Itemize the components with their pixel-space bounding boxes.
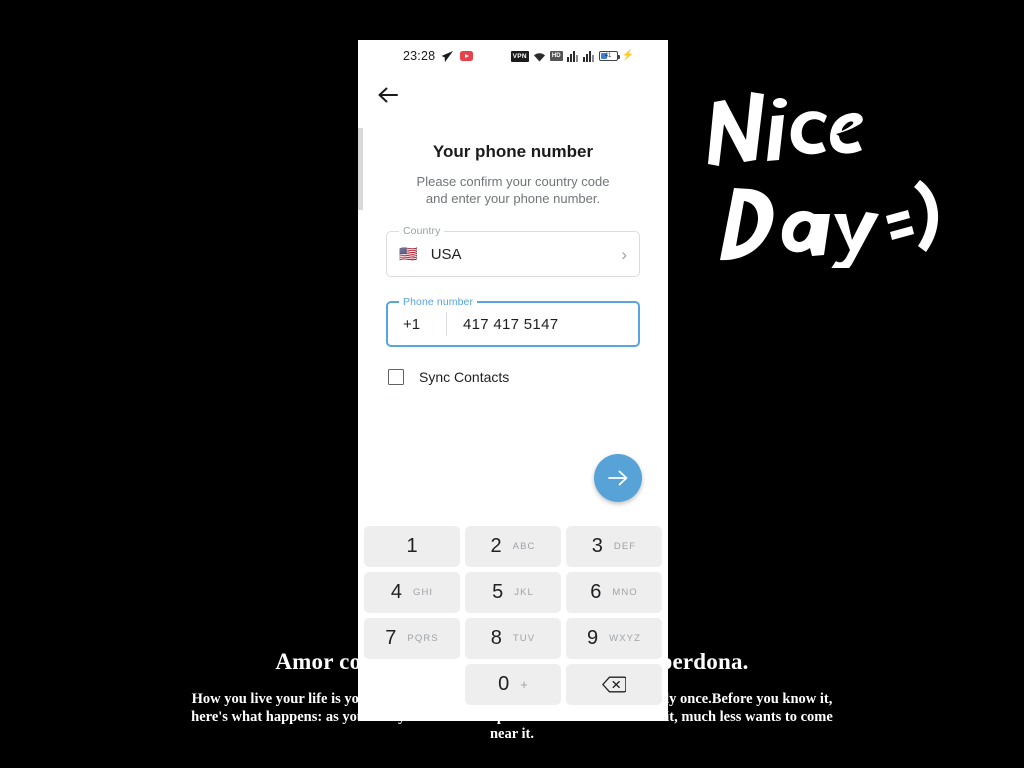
- keypad-digit: 3: [591, 535, 603, 557]
- arrow-right-icon: [608, 470, 628, 486]
- handwritten-note: [694, 68, 954, 268]
- phone-field-label: Phone number: [399, 296, 478, 308]
- keypad-row: 1 2 ABC 3 DEF: [364, 526, 662, 567]
- keypad-letters: +: [520, 677, 528, 692]
- phone-number-field[interactable]: Phone number +1 417 417 5147: [386, 296, 640, 347]
- dial-code-value[interactable]: +1: [400, 316, 446, 333]
- keypad-digit: 5: [492, 581, 504, 603]
- subtitle-line-2: and enter your phone number.: [425, 191, 601, 206]
- page-subtitle: Please confirm your country code and ent…: [386, 173, 640, 207]
- keypad-letters: PQRS: [407, 633, 439, 644]
- keypad-spacer: [364, 664, 460, 705]
- subtitle-line-1: Please confirm your country code: [416, 174, 610, 189]
- phone-bezel-edge: [358, 128, 363, 210]
- handwriting-svg: [708, 92, 939, 268]
- keypad-letters: WXYZ: [609, 633, 641, 644]
- keypad-digit: 4: [390, 581, 402, 603]
- battery-icon: 41: [598, 51, 620, 61]
- youtube-icon: [460, 51, 474, 61]
- screenshot-canvas: Amor con amor se paga, amar o amar perdo…: [0, 0, 1024, 768]
- keypad-row: 7 PQRS 8 TUV 9 WXYZ: [364, 618, 662, 659]
- keypad-key-4[interactable]: 4 GHI: [364, 572, 460, 613]
- keypad-digit: 9: [587, 627, 599, 649]
- country-field-label: Country: [399, 225, 445, 237]
- continue-fab-button[interactable]: [594, 454, 642, 502]
- keypad-backspace-key[interactable]: [566, 664, 662, 705]
- phone-number-input[interactable]: 417 417 5147: [463, 316, 558, 333]
- backspace-icon: [602, 676, 626, 693]
- sync-contacts-checkbox[interactable]: [388, 369, 404, 385]
- keypad-key-7[interactable]: 7 PQRS: [364, 618, 460, 659]
- signal-bars-icon: [582, 50, 594, 62]
- keypad-digit: 7: [385, 627, 397, 649]
- keypad-letters: JKL: [514, 587, 534, 598]
- keypad-key-8[interactable]: 8 TUV: [465, 618, 561, 659]
- keypad-row: 0 +: [364, 664, 662, 705]
- back-arrow-icon[interactable]: [377, 84, 399, 106]
- keypad-letters: ABC: [512, 541, 536, 552]
- country-value: USA: [430, 245, 462, 263]
- keypad-row: 4 GHI 5 JKL 6 MNO: [364, 572, 662, 613]
- field-divider: [446, 312, 447, 336]
- keypad-digit: 0: [498, 673, 510, 695]
- signal-bars-icon: [566, 50, 578, 62]
- country-field[interactable]: Country 🇺🇸 USA ›: [386, 225, 640, 277]
- keypad-key-6[interactable]: 6 MNO: [566, 572, 662, 613]
- sync-contacts-label: Sync Contacts: [419, 369, 510, 385]
- keypad-letters: DEF: [613, 541, 637, 552]
- keypad-digit: 6: [590, 581, 602, 603]
- keypad-key-0[interactable]: 0 +: [465, 664, 561, 705]
- keypad-digit: 1: [406, 535, 418, 557]
- app-bar: [358, 72, 668, 118]
- us-flag-icon: 🇺🇸: [399, 245, 418, 263]
- chevron-right-icon[interactable]: ›: [621, 246, 627, 263]
- keypad-digit: 2: [490, 535, 502, 557]
- status-bar-left: 23:28: [403, 49, 474, 63]
- keypad-key-9[interactable]: 9 WXYZ: [566, 618, 662, 659]
- bolt-icon: ⚡: [621, 50, 634, 61]
- send-icon: [441, 50, 454, 62]
- wifi-icon: [533, 52, 545, 61]
- numeric-keypad: 1 2 ABC 3 DEF 4 GHI 5 JKL 6 MNO 7 PQRS 8 TUV 9 WXYZ 0 +: [358, 522, 668, 721]
- phone-screen: 23:28 VPN HD 41 ⚡ Your phone number Plea…: [358, 40, 668, 721]
- hd-icon: HD: [549, 51, 563, 61]
- battery-percent: 41: [604, 53, 612, 59]
- sync-contacts-row[interactable]: Sync Contacts: [386, 369, 640, 385]
- keypad-key-1[interactable]: 1: [364, 526, 460, 567]
- keypad-key-5[interactable]: 5 JKL: [465, 572, 561, 613]
- keypad-digit: 8: [490, 627, 502, 649]
- status-time: 23:28: [403, 49, 436, 63]
- keypad-key-2[interactable]: 2 ABC: [465, 526, 561, 567]
- status-bar-right: VPN HD 41 ⚡: [510, 50, 634, 62]
- status-bar: 23:28 VPN HD 41 ⚡: [358, 40, 668, 72]
- keypad-key-3[interactable]: 3 DEF: [566, 526, 662, 567]
- keypad-letters: GHI: [412, 587, 434, 598]
- page-title: Your phone number: [432, 142, 594, 161]
- vpn-icon: VPN: [510, 50, 529, 62]
- keypad-letters: TUV: [512, 633, 536, 644]
- form-content: Your phone number Please confirm your co…: [358, 142, 668, 385]
- keypad-letters: MNO: [612, 587, 638, 598]
